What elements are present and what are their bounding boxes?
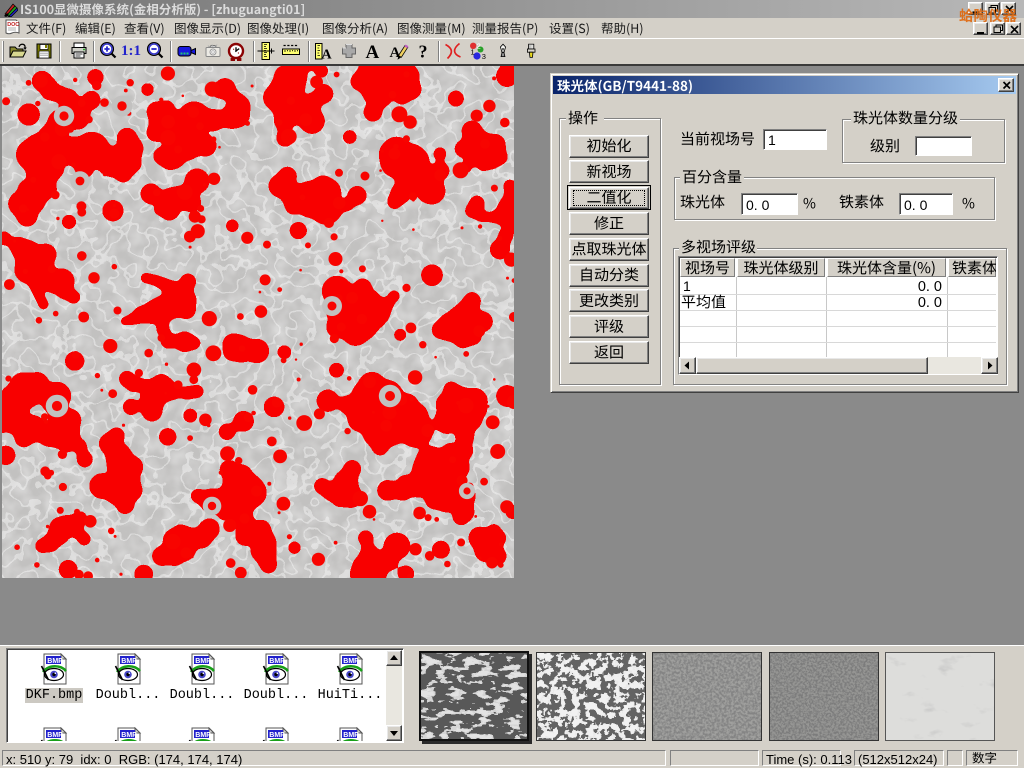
svg-text:1: 1: [471, 48, 475, 57]
svg-text:DOC: DOC: [7, 22, 19, 28]
svg-text:A: A: [366, 42, 380, 61]
svg-text:?: ?: [419, 42, 428, 62]
svg-text:2: 2: [477, 42, 481, 51]
svg-text:A: A: [322, 48, 333, 62]
svg-text:3: 3: [482, 52, 486, 61]
